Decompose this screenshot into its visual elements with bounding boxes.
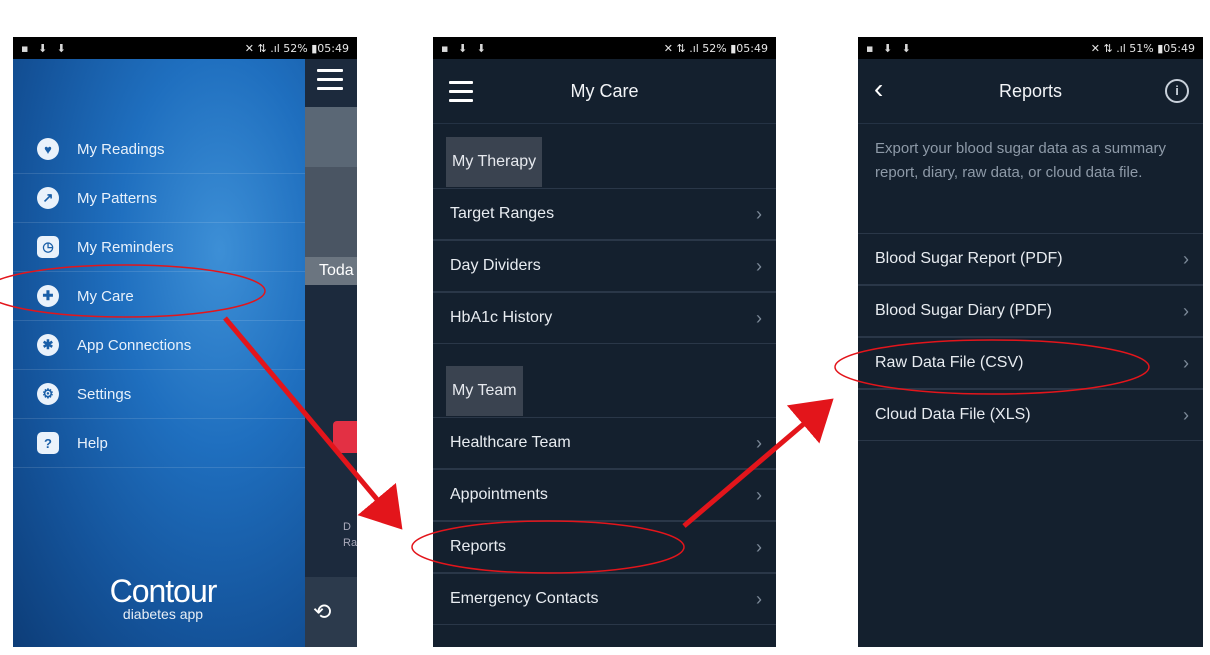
menu-item-label: My Patterns (77, 189, 158, 207)
status-bar: ▪ ⬇ ⬇ ✕ ⇅ .ıl 51% ▮05:49 (858, 37, 1203, 59)
sync-icon[interactable]: ⟲ (305, 577, 357, 647)
chevron-right-icon: › (756, 203, 762, 224)
menu-item-settings[interactable]: ⚙ Settings (13, 370, 305, 419)
contour-logo: Contour diabetes app (83, 573, 243, 622)
list-item-healthcare-team[interactable]: Healthcare Team › (433, 417, 776, 469)
list-item-label: HbA1c History (450, 309, 553, 326)
chevron-right-icon: › (1183, 404, 1189, 425)
chevron-right-icon: › (756, 307, 762, 328)
peek-red-button (333, 421, 357, 453)
connections-icon: ✱ (37, 334, 59, 356)
status-right-info: ✕ ⇅ .ıl 52% ▮05:49 (244, 41, 349, 55)
list-item-label: Emergency Contacts (450, 590, 599, 607)
status-left-icons: ▪ ⬇ ⬇ (441, 41, 489, 55)
logo-sub-text: diabetes app (122, 606, 204, 622)
chevron-right-icon: › (1183, 300, 1189, 321)
status-left-icons: ▪ ⬇ ⬇ (21, 41, 69, 55)
menu-item-label: My Readings (77, 140, 165, 158)
chevron-right-icon: › (1183, 352, 1189, 373)
list-item-appointments[interactable]: Appointments › (433, 469, 776, 521)
screen-header: ‹ Reports i (858, 59, 1203, 124)
list-item-emergency-contacts[interactable]: Emergency Contacts › (433, 573, 776, 625)
phone-screen-menu: ▪ ⬇ ⬇ ✕ ⇅ .ıl 52% ▮05:49 ♥ My Readings ↗… (13, 37, 357, 647)
menu-item-my-patterns[interactable]: ↗ My Patterns (13, 174, 305, 223)
chevron-right-icon: › (756, 484, 762, 505)
section-header-my-therapy: My Therapy (446, 137, 543, 187)
list-item-label: Reports (450, 538, 507, 555)
menu-item-label: My Reminders (77, 238, 174, 256)
list-item-hba1c-history[interactable]: HbA1c History › (433, 292, 776, 344)
list-item-raw-data-file[interactable]: Raw Data File (CSV) › (858, 337, 1203, 389)
list-item-target-ranges[interactable]: Target Ranges › (433, 188, 776, 240)
chevron-right-icon: › (756, 588, 762, 609)
background-screen-peek[interactable]: Toda D Ra ⟲ (305, 59, 357, 647)
status-left-icons: ▪ ⬇ ⬇ (866, 41, 914, 55)
logo-main-text: Contour (109, 573, 218, 609)
list-item-label: Raw Data File (CSV) (875, 354, 1024, 371)
menu-item-my-readings[interactable]: ♥ My Readings (13, 125, 305, 174)
list-item-label: Target Ranges (450, 205, 555, 222)
hamburger-menu-icon[interactable] (449, 81, 473, 108)
status-right-info: ✕ ⇅ .ıl 52% ▮05:49 (663, 41, 768, 55)
list-item-label: Blood Sugar Report (PDF) (875, 250, 1063, 267)
list-item-label: Appointments (450, 486, 548, 503)
info-icon[interactable]: i (1165, 79, 1189, 103)
menu-item-my-reminders[interactable]: ◷ My Reminders (13, 223, 305, 272)
list-item-label: Cloud Data File (XLS) (875, 406, 1031, 423)
list-item-reports[interactable]: Reports › (433, 521, 776, 573)
peek-band (305, 107, 357, 167)
patterns-icon: ↗ (37, 187, 59, 209)
chevron-right-icon: › (756, 432, 762, 453)
care-icon: ✚ (37, 285, 59, 307)
hamburger-menu-icon[interactable] (317, 69, 343, 96)
settings-icon: ⚙ (37, 383, 59, 405)
reports-description: Export your blood sugar data as a summar… (875, 140, 1166, 181)
menu-item-label: Settings (77, 385, 132, 403)
list-item-blood-sugar-report[interactable]: Blood Sugar Report (PDF) › (858, 233, 1203, 285)
page-title: My Care (570, 80, 639, 101)
status-bar: ▪ ⬇ ⬇ ✕ ⇅ .ıl 52% ▮05:49 (433, 37, 776, 59)
list-item-label: Blood Sugar Diary (PDF) (875, 302, 1052, 319)
chevron-right-icon: › (756, 255, 762, 276)
peek-today-label: Toda (305, 257, 357, 285)
menu-item-my-care[interactable]: ✚ My Care (13, 272, 305, 321)
list-item-cloud-data-file[interactable]: Cloud Data File (XLS) › (858, 389, 1203, 441)
peek-small-text: D Ra (343, 521, 357, 549)
list-item-day-dividers[interactable]: Day Dividers › (433, 240, 776, 292)
chevron-right-icon: › (756, 536, 762, 557)
menu-item-app-connections[interactable]: ✱ App Connections (13, 321, 305, 370)
menu-item-help[interactable]: ? Help (13, 419, 305, 468)
list-item-label: Day Dividers (450, 257, 541, 274)
status-right-info: ✕ ⇅ .ıl 51% ▮05:49 (1090, 41, 1195, 55)
menu-item-label: App Connections (77, 336, 192, 354)
status-bar: ▪ ⬇ ⬇ ✕ ⇅ .ıl 52% ▮05:49 (13, 37, 357, 59)
list-item-label: Healthcare Team (450, 434, 571, 451)
back-arrow-icon[interactable]: ‹ (874, 73, 883, 105)
phone-screen-reports: ▪ ⬇ ⬇ ✕ ⇅ .ıl 51% ▮05:49 ‹ Reports i Exp… (858, 37, 1203, 647)
menu-item-label: Help (77, 434, 108, 452)
help-icon: ? (37, 432, 59, 454)
reminders-icon: ◷ (37, 236, 59, 258)
section-header-my-team: My Team (446, 366, 523, 416)
peek-band (305, 167, 357, 257)
side-menu: ♥ My Readings ↗ My Patterns ◷ My Reminde… (13, 125, 305, 468)
phone-screen-my-care: ▪ ⬇ ⬇ ✕ ⇅ .ıl 52% ▮05:49 My Care My Ther… (433, 37, 776, 647)
list-item-blood-sugar-diary[interactable]: Blood Sugar Diary (PDF) › (858, 285, 1203, 337)
menu-item-label: My Care (77, 287, 134, 305)
chevron-right-icon: › (1183, 248, 1189, 269)
screen-header: My Care (433, 59, 776, 124)
readings-icon: ♥ (37, 138, 59, 160)
page-title: Reports (998, 80, 1063, 101)
